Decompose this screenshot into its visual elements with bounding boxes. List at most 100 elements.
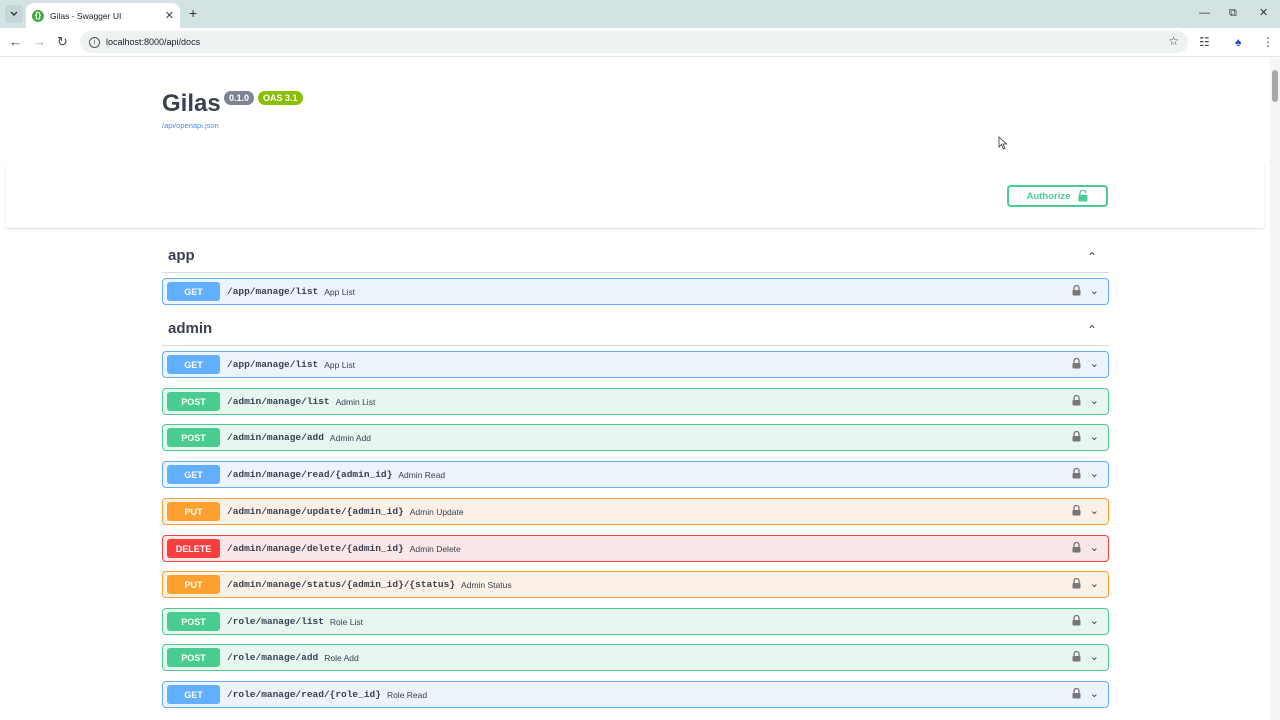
lock-icon[interactable] — [1072, 358, 1081, 369]
operation-row[interactable]: DELETE /admin/manage/delete/{admin_id} A… — [162, 535, 1109, 562]
lock-icon[interactable] — [1072, 285, 1081, 296]
tag-section-app[interactable]: app ⌃ — [162, 243, 1109, 273]
method-badge: POST — [167, 648, 220, 667]
operation-row[interactable]: POST /role/manage/add Role Add ⌄ — [162, 644, 1109, 671]
lock-icon[interactable] — [1072, 542, 1081, 553]
operation-path: /admin/manage/update/{admin_id} — [227, 506, 404, 517]
oas-badge: OAS 3.1 — [258, 91, 303, 105]
expand-chevron-icon[interactable]: ⌄ — [1090, 650, 1099, 663]
collapse-chevron-icon[interactable]: ⌃ — [1087, 323, 1097, 337]
lock-icon[interactable] — [1072, 468, 1081, 479]
method-badge: GET — [167, 282, 220, 301]
site-info-icon[interactable]: i — [89, 36, 100, 48]
operation-path: /role/manage/add — [227, 652, 319, 663]
method-badge: GET — [167, 355, 220, 374]
address-url[interactable]: localhost:8000/api/docs — [106, 37, 200, 47]
method-badge: POST — [167, 612, 220, 631]
openapi-spec-link[interactable]: /api/openapi.json — [162, 121, 219, 130]
method-badge: POST — [167, 428, 220, 447]
expand-chevron-icon[interactable]: ⌄ — [1090, 687, 1099, 700]
reload-icon[interactable]: ↻ — [57, 34, 68, 50]
operation-summary: Role List — [329, 616, 363, 627]
lock-icon[interactable] — [1072, 395, 1081, 406]
expand-chevron-icon[interactable]: ⌄ — [1090, 467, 1099, 480]
operation-summary: Admin Update — [409, 506, 464, 517]
forward-arrow-icon[interactable]: → — [33, 34, 46, 50]
operation-row[interactable]: POST /admin/manage/add Admin Add ⌄ — [162, 424, 1109, 451]
operation-path: /admin/manage/status/{admin_id}/{status} — [227, 579, 456, 590]
version-badge: 0.1.0 — [224, 91, 255, 105]
tab-title: Gilas - Swagger UI — [50, 10, 122, 21]
address-bar[interactable]: i localhost:8000/api/docs ☆ — [80, 31, 1188, 53]
lock-icon[interactable] — [1072, 578, 1081, 589]
expand-chevron-icon[interactable]: ⌄ — [1090, 577, 1099, 590]
extensions-puzzle-icon[interactable]: ☷ — [1199, 34, 1210, 50]
operation-summary: Admin List — [335, 396, 376, 407]
method-badge: GET — [167, 465, 220, 484]
operation-summary: Role Read — [386, 689, 428, 700]
operation-summary: App List — [324, 359, 355, 370]
expand-chevron-icon[interactable]: ⌄ — [1090, 430, 1099, 443]
page-scrollbar[interactable] — [1270, 58, 1280, 720]
method-badge: GET — [167, 685, 220, 704]
operation-row[interactable]: GET /admin/manage/read/{admin_id} Admin … — [162, 461, 1109, 488]
operation-row[interactable]: POST /role/manage/list Role List ⌄ — [162, 608, 1109, 635]
operation-path: /app/manage/list — [227, 359, 319, 370]
expand-chevron-icon[interactable]: ⌄ — [1090, 614, 1099, 627]
chevron-down-icon — [10, 11, 18, 16]
operation-row[interactable]: PUT /admin/manage/status/{admin_id}/{sta… — [162, 571, 1109, 598]
operation-summary: App List — [324, 286, 355, 297]
authorize-button[interactable]: Authorize — [1007, 185, 1108, 207]
expand-chevron-icon[interactable]: ⌄ — [1090, 394, 1099, 407]
lock-icon[interactable] — [1072, 615, 1081, 626]
new-tab-button[interactable]: + — [189, 6, 197, 20]
browser-menu-icon[interactable]: ⋮ — [1262, 34, 1274, 50]
operation-row[interactable]: GET /app/manage/list App List ⌄ — [162, 278, 1109, 305]
authorize-label: Authorize — [1026, 190, 1071, 202]
operation-path: /admin/manage/read/{admin_id} — [227, 469, 393, 480]
back-arrow-icon[interactable]: ← — [9, 34, 22, 50]
operation-summary: Admin Add — [329, 432, 372, 443]
operation-summary: Admin Delete — [409, 543, 461, 554]
operation-row[interactable]: GET /app/manage/list App List ⌄ — [162, 351, 1109, 378]
operation-row[interactable]: PUT /admin/manage/update/{admin_id} Admi… — [162, 498, 1109, 525]
browser-tab[interactable]: {} Gilas - Swagger UI ✕ — [26, 3, 180, 28]
expand-chevron-icon[interactable]: ⌄ — [1090, 284, 1099, 297]
minimize-icon[interactable]: — — [1199, 7, 1210, 19]
method-badge: DELETE — [167, 539, 220, 558]
tag-section-admin[interactable]: admin ⌃ — [162, 316, 1109, 346]
browser-tab-strip: {} Gilas - Swagger UI ✕ + — ⧉ ✕ — [0, 0, 1280, 28]
method-badge: PUT — [167, 575, 220, 594]
bookmark-star-icon[interactable]: ☆ — [1168, 34, 1179, 48]
tag-name: app — [168, 247, 195, 264]
lock-icon[interactable] — [1072, 505, 1081, 516]
operation-row[interactable]: GET /role/manage/read/{role_id} Role Rea… — [162, 681, 1109, 708]
tab-search-button[interactable] — [5, 5, 23, 23]
scrollbar-thumb[interactable] — [1272, 70, 1278, 102]
expand-chevron-icon[interactable]: ⌄ — [1090, 504, 1099, 517]
lock-icon[interactable] — [1072, 688, 1081, 699]
method-badge: PUT — [167, 502, 220, 521]
restore-icon[interactable]: ⧉ — [1229, 7, 1237, 19]
operation-summary: Admin Status — [461, 579, 512, 590]
api-title: Gilas — [162, 90, 221, 117]
lock-icon[interactable] — [1072, 651, 1081, 662]
window-close-icon[interactable]: ✕ — [1259, 7, 1268, 19]
operation-path: /admin/manage/list — [227, 396, 330, 407]
operation-summary: Admin Read — [398, 469, 446, 480]
tag-name: admin — [168, 320, 213, 337]
operation-path: /admin/manage/add — [227, 432, 324, 443]
collapse-chevron-icon[interactable]: ⌃ — [1087, 250, 1097, 264]
operation-row[interactable]: POST /admin/manage/list Admin List ⌄ — [162, 388, 1109, 415]
lock-icon[interactable] — [1072, 431, 1081, 442]
expand-chevron-icon[interactable]: ⌄ — [1090, 357, 1099, 370]
operation-path: /admin/manage/delete/{admin_id} — [227, 543, 404, 554]
method-badge: POST — [167, 392, 220, 411]
browser-toolbar: ← → ↻ i localhost:8000/api/docs ☆ ☷ ♠ ⋮ — [0, 28, 1280, 57]
tab-close-icon[interactable]: ✕ — [165, 9, 174, 22]
operation-summary: Role Add — [324, 652, 359, 663]
expand-chevron-icon[interactable]: ⌄ — [1090, 541, 1099, 554]
operation-path: /role/manage/list — [227, 616, 324, 627]
profile-extension-icon[interactable]: ♠ — [1235, 34, 1241, 50]
mouse-cursor-icon — [998, 136, 1008, 150]
